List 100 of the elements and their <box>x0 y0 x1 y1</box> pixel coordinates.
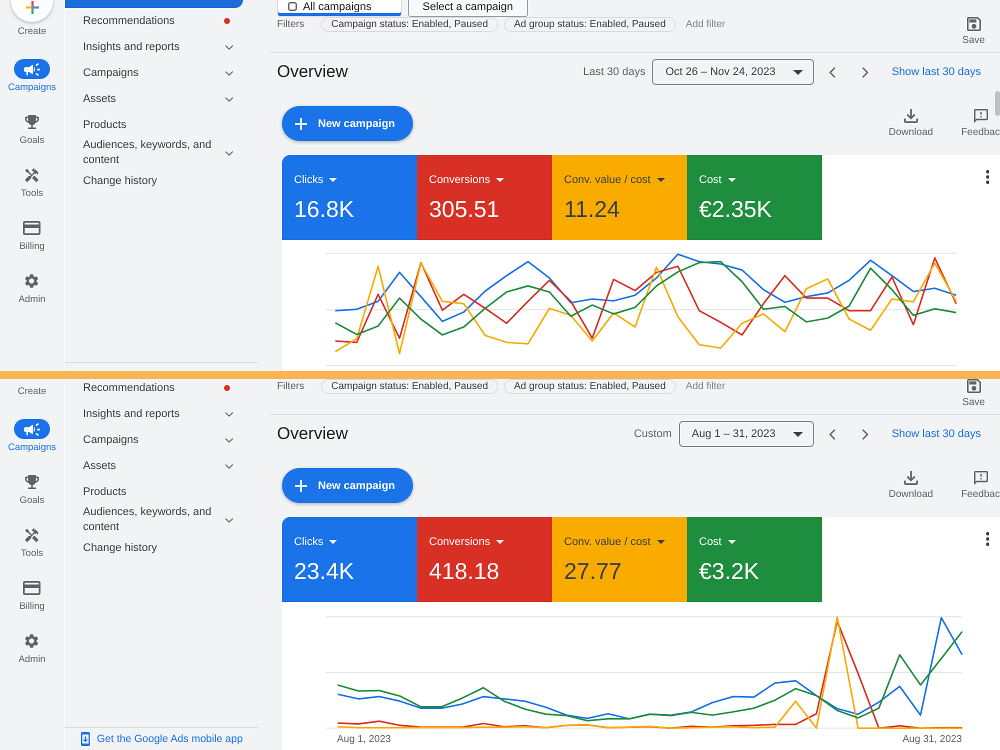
nav-item[interactable]: Audiences, keywords, and content <box>65 505 260 535</box>
metric-value: €3.2K <box>699 557 760 585</box>
megaphone-icon <box>14 59 50 79</box>
chevron-down-icon <box>224 518 233 522</box>
trophy-icon <box>25 475 39 489</box>
nav-item[interactable]: Campaigns <box>65 427 260 453</box>
nav-item[interactable]: Insights and reports <box>65 401 260 427</box>
metric-dropdown[interactable]: Conv. value / cost <box>564 535 665 549</box>
rail-nav-item[interactable]: Tools <box>14 165 50 199</box>
caret-icon <box>792 432 803 436</box>
nav-item[interactable]: Change history <box>65 535 260 561</box>
filter-chip[interactable]: Campaign status: Enabled, Paused <box>321 17 498 32</box>
chevron-down-icon <box>224 464 233 468</box>
filter-chip[interactable]: Campaign status: Enabled, Paused <box>321 379 498 394</box>
more-vertical-icon <box>986 170 989 184</box>
date-range-dropdown[interactable]: Oct 26 – Nov 24, 2023 <box>652 59 814 85</box>
metric-value: 11.24 <box>564 195 621 223</box>
more-options-button[interactable] <box>986 170 989 184</box>
download-button[interactable]: Download <box>888 471 934 500</box>
chevron-left-icon <box>828 428 836 440</box>
caret-icon <box>329 178 338 182</box>
rail-nav-item[interactable]: Goals <box>14 112 50 146</box>
save-button[interactable]: Save <box>962 17 985 46</box>
hammer-wrench-icon <box>25 168 39 182</box>
nav-item[interactable]: Change history <box>65 168 260 194</box>
caret-icon <box>728 540 736 544</box>
speech-bubble-icon <box>974 109 988 123</box>
filters-label: Filters <box>277 19 304 30</box>
metric-dropdown[interactable]: Conv. value / cost <box>564 173 665 187</box>
date-preset-link[interactable]: Show last 30 days <box>892 428 981 440</box>
more-vertical-icon <box>986 532 989 546</box>
rail-nav-item[interactable]: Admin <box>14 631 50 665</box>
new-campaign-button[interactable]: New campaign <box>282 106 414 141</box>
metric-dropdown[interactable]: Conversions <box>429 535 504 549</box>
rail-nav-item[interactable]: Billing <box>14 578 50 612</box>
metric-value: 23.4K <box>294 557 356 585</box>
alert-dot-icon <box>224 18 230 24</box>
filter-chip[interactable]: Ad group status: Enabled, Paused <box>504 17 676 32</box>
more-options-button[interactable] <box>986 532 989 546</box>
caret-icon <box>728 178 736 182</box>
nav-item[interactable]: Campaigns <box>65 60 260 86</box>
megaphone-icon <box>14 419 50 439</box>
caret-icon <box>792 70 803 74</box>
plus-icon <box>295 118 307 130</box>
rail-nav-item[interactable]: Tools <box>14 525 50 559</box>
add-filter-button[interactable]: Add filter <box>686 381 726 392</box>
page-title: Overview <box>277 61 348 83</box>
settings-icon <box>25 634 39 648</box>
metric-value: 16.8K <box>294 195 356 223</box>
save-button[interactable]: Save <box>962 379 985 408</box>
feedback-button[interactable]: Feedbac <box>961 109 1000 138</box>
filter-chip[interactable]: Ad group status: Enabled, Paused <box>504 379 676 394</box>
chevron-down-icon <box>224 150 233 156</box>
tab[interactable]: All campaigns <box>277 0 402 17</box>
rail-nav-item[interactable]: Campaigns <box>8 59 56 93</box>
metric-dropdown[interactable]: Clicks <box>294 173 338 187</box>
feedback-button[interactable]: Feedbac <box>961 471 1000 500</box>
scrollbar-thumb[interactable] <box>995 91 1000 116</box>
filters-label: Filters <box>277 381 304 392</box>
speech-bubble-icon <box>974 471 988 485</box>
chevron-down-icon <box>224 44 233 50</box>
rail-nav-item[interactable]: Billing <box>14 218 50 252</box>
metric-dropdown[interactable]: Cost <box>699 173 736 187</box>
credit-card-icon <box>23 581 41 595</box>
create-button[interactable]: Create <box>18 386 46 397</box>
caret-icon <box>656 178 665 182</box>
create-button[interactable]: Create <box>11 0 53 37</box>
caret-icon <box>496 540 504 544</box>
metric-value: 305.51 <box>429 195 500 223</box>
nav-item[interactable]: Recommendations <box>65 8 260 34</box>
mobile-app-link[interactable]: Get the Google Ads mobile app <box>81 732 258 746</box>
nav-item[interactable]: Audiences, keywords, and content <box>65 138 260 168</box>
metric-dropdown[interactable]: Clicks <box>294 535 338 549</box>
nav-item[interactable]: Insights and reports <box>65 34 260 60</box>
trophy-icon <box>25 115 39 129</box>
metric-value: 27.77 <box>564 557 623 585</box>
chevron-down-icon <box>224 438 233 442</box>
nav-item[interactable]: Products <box>65 112 260 138</box>
axis-label: Aug 31, 2023 <box>902 734 962 745</box>
rail-nav-item[interactable]: Campaigns <box>8 419 56 453</box>
date-preset-link[interactable]: Show last 30 days <box>892 66 981 78</box>
tab[interactable]: Select a campaign <box>408 0 528 17</box>
metric-dropdown[interactable]: Conversions <box>429 173 504 187</box>
nav-item[interactable]: Recommendations <box>65 379 260 401</box>
hammer-wrench-icon <box>25 528 39 542</box>
caret-icon <box>496 178 504 182</box>
rail-nav-item[interactable]: Goals <box>14 472 50 506</box>
download-button[interactable]: Download <box>888 109 934 138</box>
caret-icon <box>329 540 338 544</box>
add-filter-button[interactable]: Add filter <box>686 19 726 30</box>
chevron-down-icon <box>224 70 233 76</box>
nav-item[interactable]: Products <box>65 479 260 505</box>
nav-item[interactable]: Assets <box>65 453 260 479</box>
chevron-down-icon <box>224 412 233 416</box>
plus-icon <box>295 480 307 492</box>
new-campaign-button[interactable]: New campaign <box>282 468 414 503</box>
metric-dropdown[interactable]: Cost <box>699 535 736 549</box>
nav-item[interactable]: Assets <box>65 86 260 112</box>
date-range-dropdown[interactable]: Aug 1 – 31, 2023 <box>678 421 814 447</box>
rail-nav-item[interactable]: Admin <box>14 271 50 305</box>
